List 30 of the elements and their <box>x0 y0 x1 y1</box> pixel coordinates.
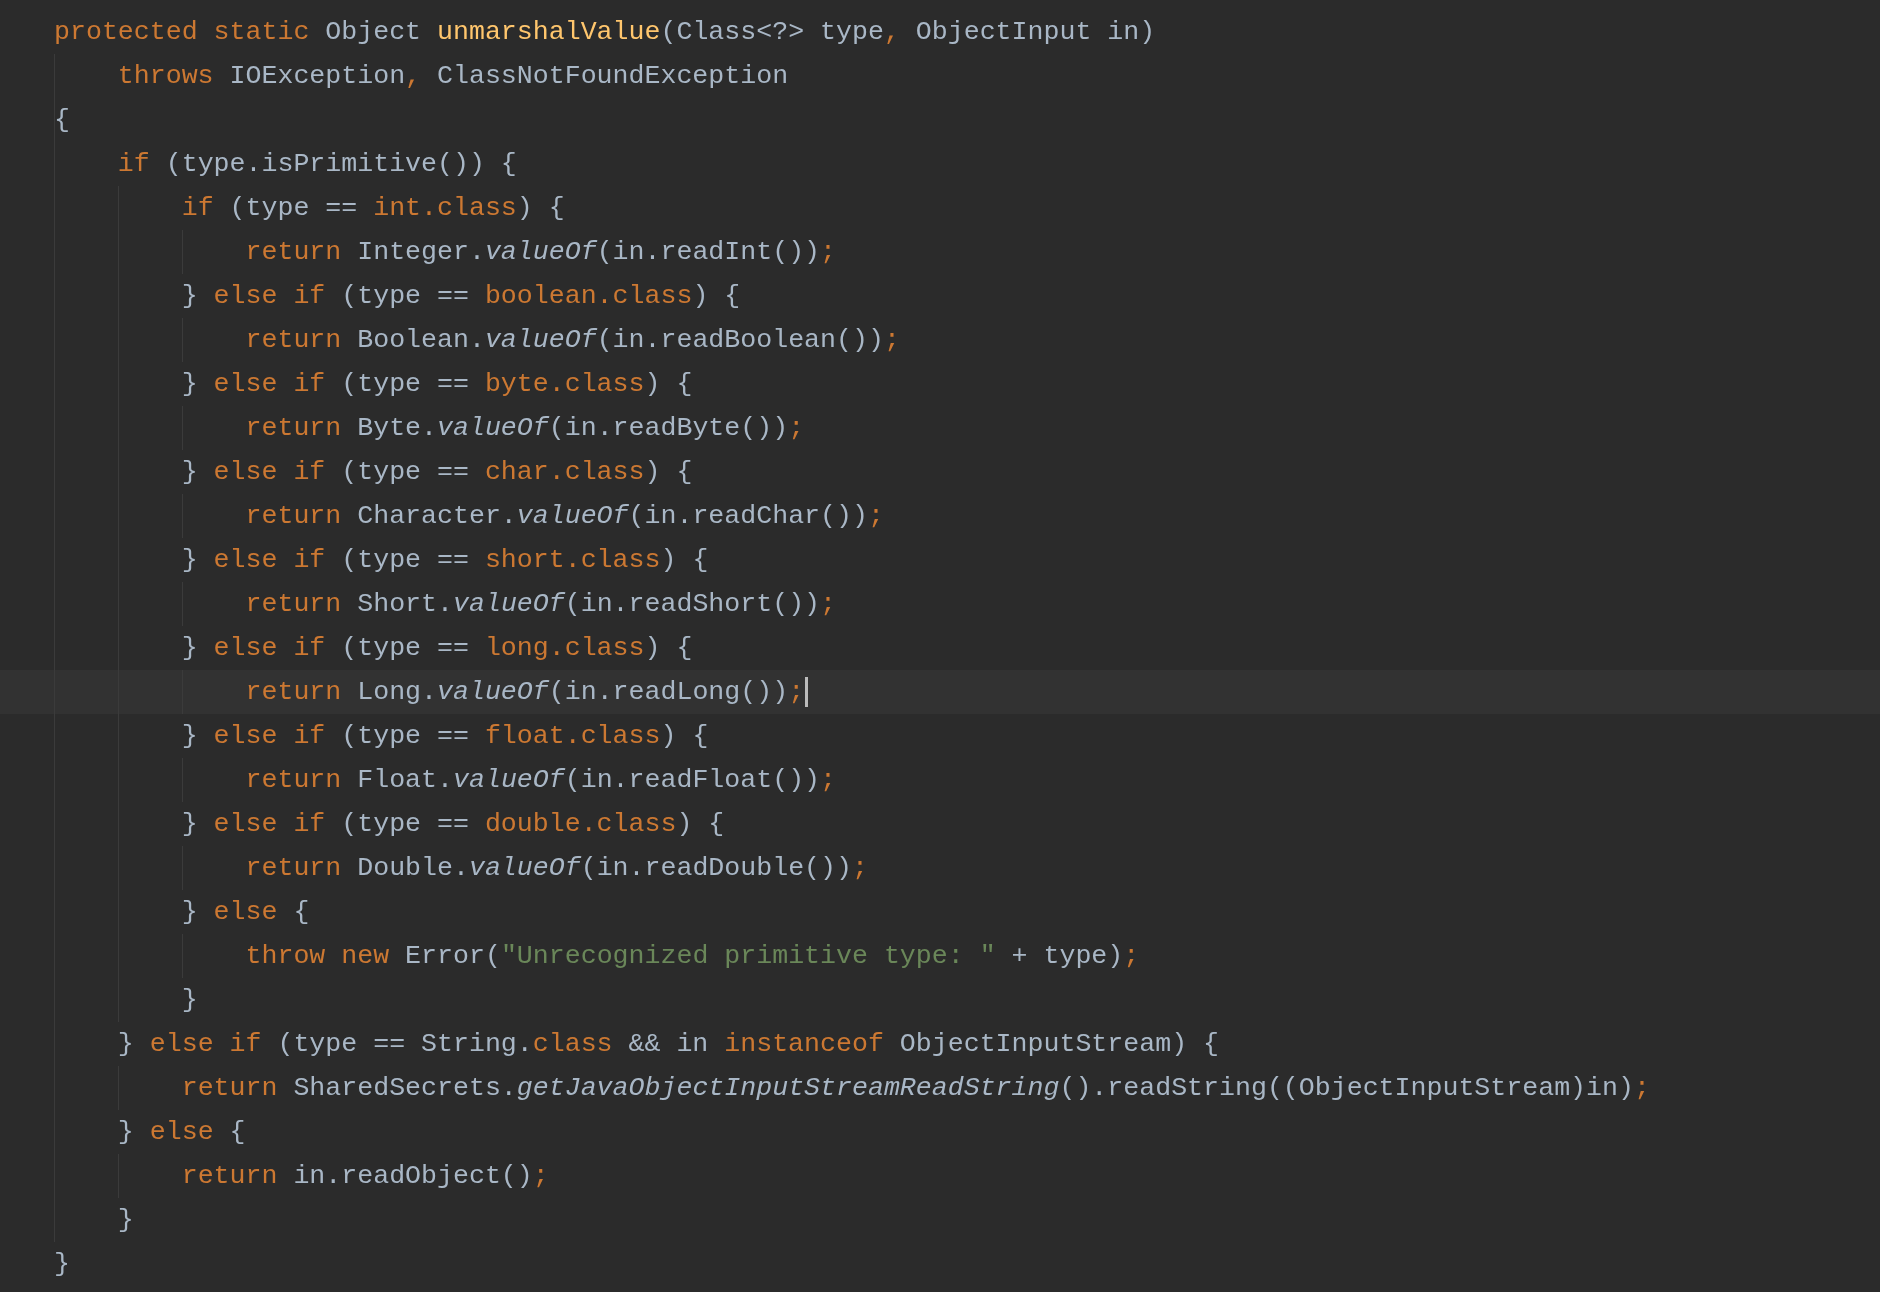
code-line: return Boolean.valueOf(in.readBoolean()); <box>245 324 900 357</box>
code-line: throw new Error("Unrecognized primitive type: " + type); <box>245 940 1140 973</box>
code-line: } else if (type == boolean.class) { <box>181 280 741 313</box>
code-line: throws IOException, ClassNotFoundException <box>117 60 789 93</box>
code-line: return Float.valueOf(in.readFloat()); <box>245 764 837 797</box>
code-line: } else if (type == short.class) { <box>181 544 709 577</box>
code-line: } <box>181 984 198 1017</box>
code-line: if (type == int.class) { <box>181 192 565 225</box>
code-line: { <box>54 104 70 137</box>
code-line: return Byte.valueOf(in.readByte()); <box>245 412 805 445</box>
code-line: return Short.valueOf(in.readShort()); <box>245 588 837 621</box>
code-line: } else if (type == double.class) { <box>181 808 725 841</box>
code-line: } else { <box>117 1116 246 1149</box>
code-line: return Double.valueOf(in.readDouble()); <box>245 852 868 885</box>
code-line: } else if (type == byte.class) { <box>181 368 693 401</box>
code-line: return Long.valueOf(in.readLong()); <box>245 676 805 709</box>
code-line: return Integer.valueOf(in.readInt()); <box>245 236 837 269</box>
code-line: } else if (type == char.class) { <box>181 456 693 489</box>
code-line: return Character.valueOf(in.readChar()); <box>245 500 884 533</box>
code-line: } <box>54 1248 70 1281</box>
code-line: } else if (type == String.class && in instanceof ObjectInputStream) { <box>117 1028 1220 1061</box>
code-line: } <box>117 1204 134 1237</box>
code-line: return SharedSecrets.getJavaObjectInputStreamReadString().readString((ObjectInputStream)in); <box>181 1072 1650 1105</box>
code-line: } else if (type == long.class) { <box>181 632 693 665</box>
code-line: if (type.isPrimitive()) { <box>117 148 517 181</box>
code-line: } else { <box>181 896 310 929</box>
code-line: protected static Object unmarshalValue(Class<?> type, ObjectInput in) <box>54 16 1156 49</box>
code-line: return in.readObject(); <box>181 1160 549 1193</box>
text-cursor <box>805 676 809 707</box>
code-line: } else if (type == float.class) { <box>181 720 709 753</box>
